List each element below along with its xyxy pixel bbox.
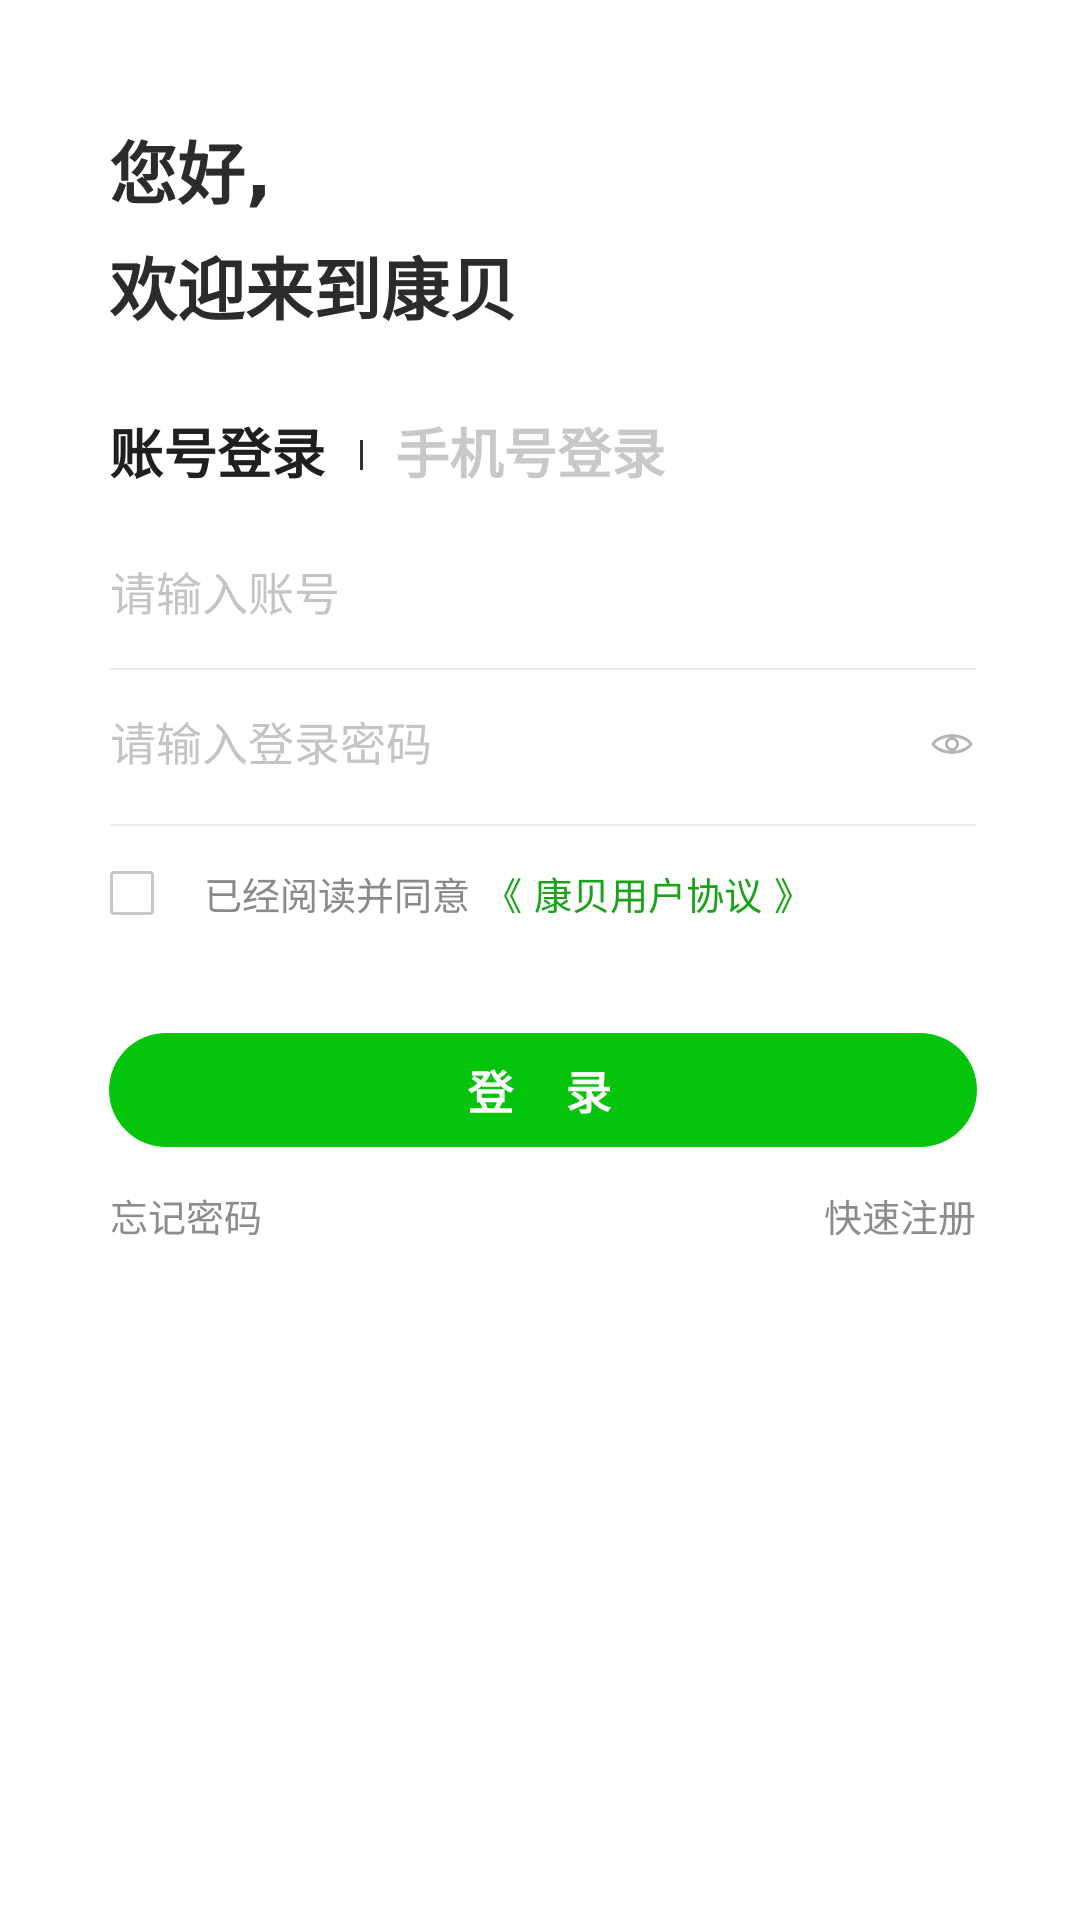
welcome-title: 欢迎来到康贝 (110, 252, 519, 331)
account-field (110, 540, 976, 670)
tab-divider (360, 440, 363, 470)
greeting-title: 您好, (110, 136, 272, 215)
password-input[interactable] (110, 700, 870, 790)
password-field (110, 700, 976, 826)
login-button[interactable]: 登 录 (109, 1033, 977, 1147)
agreement-row: 已经阅读并同意 《 康贝用户协议 》 (110, 866, 812, 921)
quick-register-link[interactable]: 快速注册 (824, 1188, 976, 1243)
user-agreement-link[interactable]: 《 康贝用户协议 》 (484, 866, 812, 921)
agreement-text: 已经阅读并同意 (204, 874, 471, 919)
eye-icon[interactable] (930, 724, 974, 764)
agreement-checkbox[interactable] (110, 871, 154, 915)
login-tabs: 账号登录 手机号登录 (110, 420, 666, 490)
login-page: 您好, 欢迎来到康贝 账号登录 手机号登录 已经阅读并同意 《 康贝用户协议 》… (0, 0, 1080, 1920)
forgot-password-link[interactable]: 忘记密码 (110, 1188, 262, 1243)
tab-account-login[interactable]: 账号登录 (110, 428, 326, 482)
tab-phone-login[interactable]: 手机号登录 (396, 428, 666, 482)
account-input[interactable] (110, 540, 870, 650)
